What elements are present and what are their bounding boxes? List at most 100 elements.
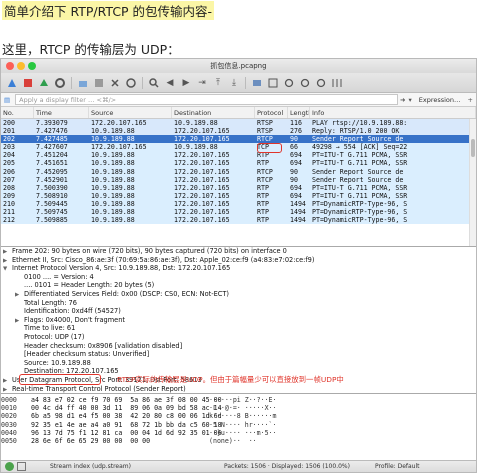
expression-button[interactable]: Expression… — [415, 96, 465, 104]
column-header-source[interactable]: Source — [89, 107, 172, 118]
detail-line[interactable]: Protocol: UDP (17) — [1, 333, 476, 342]
detail-line[interactable]: ▶ Real-time Transport Control Protocol (S… — [1, 385, 476, 394]
last-packet-icon[interactable]: ⤓ — [227, 76, 241, 90]
zoom-in-icon[interactable] — [282, 76, 296, 90]
column-header-info[interactable]: Info — [310, 107, 476, 118]
detail-line[interactable]: 0100 .... = Version: 4 — [1, 273, 476, 282]
zoom-out-icon[interactable] — [298, 76, 312, 90]
detail-line[interactable]: [Header checksum status: Unverified] — [1, 350, 476, 359]
packet-cell-no: 203 — [3, 143, 15, 152]
save-file-icon[interactable] — [92, 76, 106, 90]
hex-line[interactable]: 0040 96 13 7d 75 f1 12 81 ca 00 04 1d 6d … — [1, 429, 476, 437]
normal-size-icon[interactable] — [314, 76, 328, 90]
hex-bytes: 28 6e 6f 6e 65 29 00 00 00 00 — [31, 436, 151, 445]
detail-line[interactable]: Time to live: 61 — [1, 324, 476, 333]
packet-row[interactable]: 204 7.451204 10.9.189.88 172.20.107.165 RTP 6… — [1, 151, 476, 160]
detail-line[interactable]: Total Length: 76 — [1, 299, 476, 308]
packet-row[interactable]: 208 7.500390 10.9.189.88 172.20.107.165 RTP 6… — [1, 183, 476, 192]
filter-dropdown-icon[interactable]: ▾ — [405, 96, 414, 104]
stop-capture-icon[interactable] — [21, 76, 35, 90]
packet-row[interactable]: 201 7.427476 10.9.189.88 172.20.107.165 RTSP… — [1, 127, 476, 136]
detail-text: Header checksum: 0x8906 [validation disa… — [24, 341, 183, 350]
go-to-packet-icon[interactable]: ⇥ — [195, 76, 209, 90]
packet-cell-proto: RTP — [257, 208, 269, 217]
column-header-time[interactable]: Time — [34, 107, 89, 118]
packet-cell-time: 7.509885 — [36, 216, 68, 225]
packet-cell-no: 201 — [3, 127, 15, 136]
restart-capture-icon[interactable] — [37, 76, 51, 90]
find-packet-icon[interactable] — [147, 76, 161, 90]
packet-cell-dst: 172.20.107.165 — [174, 135, 230, 144]
detail-line[interactable]: .... 0101 = Header Length: 20 bytes (5) — [1, 281, 476, 290]
hex-line[interactable]: 0030 92 35 e1 4e ae a4 a0 91 68 72 1b bb … — [1, 421, 476, 429]
detail-line[interactable]: ▶ Ethernet II, Src: Cisco_86:ae:3f (70:69… — [1, 256, 476, 265]
first-packet-icon[interactable]: ⤒ — [211, 76, 225, 90]
packet-cell-src: 10.9.189.88 — [91, 183, 135, 192]
packet-cell-no: 207 — [3, 175, 15, 184]
open-file-icon[interactable] — [76, 76, 90, 90]
capture-comments-icon[interactable] — [17, 462, 26, 471]
packet-row[interactable]: 205 7.451651 10.9.189.88 172.20.107.165 RTP 6… — [1, 159, 476, 168]
packet-cell-time: 7.500390 — [36, 183, 68, 192]
detail-line[interactable]: Source: 10.9.189.88 — [1, 359, 476, 368]
minimize-window-button[interactable] — [17, 62, 25, 70]
colorize-icon[interactable] — [250, 76, 264, 90]
expand-arrow-icon[interactable]: ▶ — [3, 386, 12, 394]
detail-line[interactable]: ▶ Differentiated Services Field: 0x00 (DS… — [1, 290, 476, 299]
hex-bytes: 6b a5 98 d1 e4 f5 00 38 42 20 80 c8 00 0… — [31, 412, 222, 421]
packet-row[interactable]: 202 7.427485 10.9.189.88 172.20.107.165 RTCP… — [1, 135, 476, 144]
detail-line[interactable]: Identification: 0xd4ff (54527) — [1, 307, 476, 316]
detail-text: Ethernet II, Src: Cisco_86:ae:3f (70:69:… — [12, 255, 315, 264]
display-filter-input[interactable]: Apply a display filter … <⌘/> — [15, 94, 399, 105]
packet-row[interactable]: 207 7.452901 10.9.189.88 172.20.107.165 RTCP… — [1, 175, 476, 184]
detail-line[interactable]: Header checksum: 0x8906 [validation disa… — [1, 342, 476, 351]
shark-fin-start-icon[interactable] — [5, 76, 19, 90]
packet-cell-len: 694 — [290, 183, 302, 192]
go-forward-icon[interactable]: ▶ — [179, 76, 193, 90]
packet-row[interactable]: 212 7.509885 10.9.189.88 172.20.107.165 RTP 1… — [1, 216, 476, 225]
packet-row[interactable]: 210 7.509445 10.9.189.88 172.20.107.165 RTP 1… — [1, 199, 476, 209]
detail-text: .... 0101 = Header Length: 20 bytes (5) — [24, 281, 155, 290]
close-file-icon[interactable] — [108, 76, 122, 90]
expand-arrow-icon[interactable]: ▼ — [3, 265, 12, 274]
zoom-window-button[interactable] — [28, 62, 36, 70]
packet-row[interactable]: 209 7.508910 10.9.189.88 172.20.107.165 RTP 6… — [1, 191, 476, 200]
protocol-udp-highlight-box — [19, 374, 101, 385]
filter-bookmark-icon[interactable]: ▤ — [1, 96, 13, 104]
resize-columns-icon[interactable] — [330, 76, 344, 90]
go-back-icon[interactable]: ◀ — [163, 76, 177, 90]
add-filter-button[interactable]: + — [465, 96, 476, 104]
packet-cell-len: 1494 — [290, 216, 306, 225]
capture-options-gear-icon[interactable] — [53, 76, 67, 90]
packet-cell-proto: RTP — [257, 216, 269, 225]
detail-line[interactable]: ▶ Frame 202: 90 bytes on wire (720 bits),… — [1, 247, 476, 256]
status-profile[interactable]: Profile: Default — [375, 461, 420, 473]
detail-line[interactable]: ▼ Internet Protocol Version 4, Src: 10.9.… — [1, 264, 476, 273]
packet-row[interactable]: 206 7.452095 10.9.189.88 172.20.107.165 RTCP… — [1, 167, 476, 176]
column-header-protocol[interactable]: Protocol — [255, 107, 288, 118]
packet-cell-info: PT=DynamicRTP-Type-96, S — [312, 216, 408, 225]
column-header-length[interactable]: Length — [288, 107, 310, 118]
packet-cell-time: 7.509745 — [36, 208, 68, 217]
column-header-destination[interactable]: Destination — [172, 107, 255, 118]
hex-line[interactable]: 0010 00 4c d4 ff 40 00 3d 11 89 06 0a 09 … — [1, 404, 476, 412]
close-window-button[interactable] — [6, 62, 14, 70]
hex-line[interactable]: 0000 a4 83 e7 02 ce f9 70 69 5a 86 ae 3f … — [1, 396, 476, 404]
auto-scroll-icon[interactable] — [266, 76, 280, 90]
packet-cell-info: Sender Report Source de — [312, 167, 404, 176]
packet-row[interactable]: 203 7.427607 172.20.107.165 10.9.189.88 TCP 6… — [1, 143, 476, 152]
detail-line[interactable]: ▶ Flags: 0x4000, Don't fragment — [1, 316, 476, 325]
packet-bytes-pane: 0000 a4 83 e7 02 ce f9 70 69 5a 86 ae 3f … — [1, 394, 476, 464]
packet-cell-dst: 172.20.107.165 — [174, 167, 230, 176]
packet-list: No. Time Source Destination Protocol Len… — [1, 107, 476, 247]
reload-icon[interactable] — [124, 76, 138, 90]
expert-info-icon[interactable] — [5, 462, 14, 471]
packet-cell-dst: 172.20.107.165 — [174, 191, 230, 200]
hex-line[interactable]: 0050 28 6e 6f 6e 65 29 00 00 00 00 (none)·… — [1, 437, 476, 445]
packet-row[interactable]: 200 7.393079 172.20.107.165 10.9.189.88 RTSP… — [1, 119, 476, 128]
column-header-no[interactable]: No. — [1, 107, 34, 118]
hex-line[interactable]: 0020 6b a5 98 d1 e4 f5 00 38 42 20 80 c8 … — [1, 412, 476, 420]
packet-row[interactable]: 211 7.509745 10.9.189.88 172.20.107.165 RTP 1… — [1, 208, 476, 217]
packet-cell-no: 206 — [3, 167, 15, 176]
packet-list-scrollbar[interactable] — [469, 119, 476, 246]
